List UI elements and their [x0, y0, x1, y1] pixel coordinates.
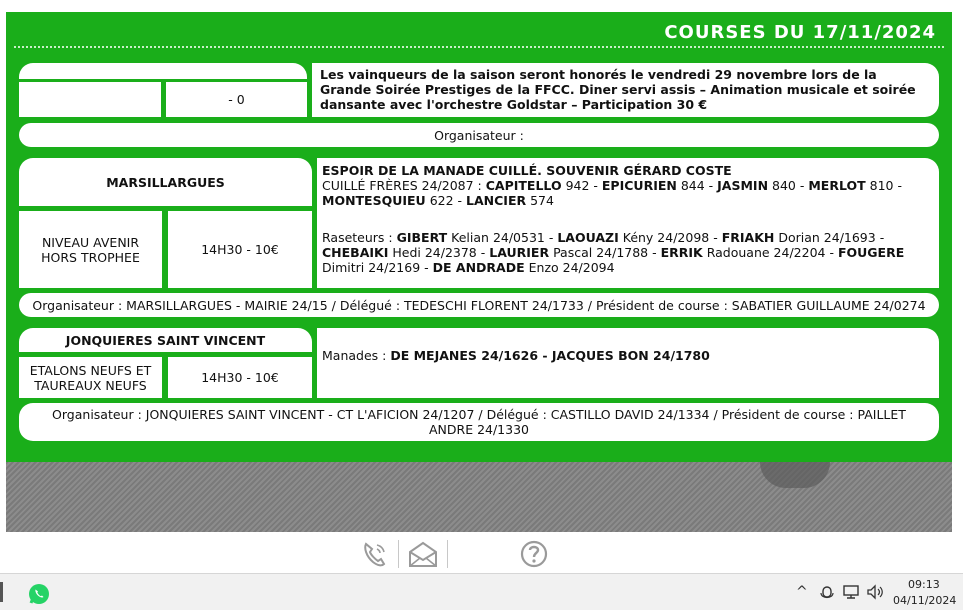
manades-label: Manades : [322, 348, 387, 363]
mail-icon[interactable] [407, 538, 439, 570]
bull-name: JASMIN [717, 178, 769, 193]
chevron-up-icon[interactable]: ^ [796, 584, 808, 600]
course2-time-price: 14H30 - 10€ [168, 357, 312, 398]
notice-blank-cell [19, 82, 161, 117]
phone-icon[interactable] [360, 538, 390, 570]
title-bar: COURSES DU 17/11/2024 [14, 20, 944, 48]
course1-raseteurs: Raseteurs : GIBERT Kelian 24/0531 - LAOU… [322, 230, 905, 275]
bull-name: MONTESQUIEU [322, 193, 426, 208]
raseteur-info: Enzo 24/2094 [528, 260, 615, 275]
taskbar-time[interactable]: 09:13 [908, 578, 940, 591]
course2-organiser: Organisateur : JONQUIERES SAINT VINCENT … [19, 403, 939, 441]
whatsapp-icon[interactable] [27, 582, 51, 606]
bull-num: 574 [530, 193, 554, 208]
course2-details: Manades : DE MEJANES 24/1626 - JACQUES B… [317, 328, 939, 398]
course1-time-price: 14H30 - 10€ [168, 211, 312, 288]
bull-name: LANCIER [466, 193, 527, 208]
course2-town: JONQUIERES SAINT VINCENT [19, 328, 312, 352]
course1-organiser: Organisateur : MARSILLARGUES - MAIRIE 24… [19, 293, 939, 317]
raseteur-name: DE ANDRADE [432, 260, 525, 275]
icon-divider [447, 540, 448, 568]
raseteur-info: Kelian 24/0531 [451, 230, 545, 245]
course1-details: ESPOIR DE LA MANADE CUILLÉ. SOUVENIR GÉR… [317, 158, 939, 288]
taskbar-date[interactable]: 04/11/2024 [893, 594, 956, 607]
raseteur-name: LAURIER [489, 245, 550, 260]
taskbar: ^ 09:13 04/11/2024 [0, 573, 963, 610]
course2-manades: DE MEJANES 24/1626 - JACQUES BON 24/1780 [390, 348, 710, 363]
raseteur-info: Radouane 24/2204 [706, 245, 826, 260]
bull-name: CAPITELLO [485, 178, 562, 193]
raseteur-info: Dimitri 24/2169 [322, 260, 421, 275]
raseteur-name: FOUGERE [837, 245, 905, 260]
course1-town: MARSILLARGUES [19, 158, 312, 206]
bull-num: 810 [869, 178, 894, 193]
raseteurs-label: Raseteurs : [322, 230, 393, 245]
course1-manade: CUILLÉ FRÈRES 24/2087 [322, 178, 474, 193]
bull-num: 844 [680, 178, 705, 193]
raseteur-info: Hedi 24/2378 [392, 245, 477, 260]
bull-num: 840 [772, 178, 796, 193]
notice-organiser: Organisateur : [19, 123, 939, 147]
notice-blank-top [19, 63, 307, 79]
bull-name: MERLOT [808, 178, 866, 193]
meet-icon[interactable] [820, 583, 834, 601]
notice-text: Les vainqueurs de la saison seront honor… [312, 63, 939, 117]
raseteur-info: Kény 24/2098 [622, 230, 710, 245]
volume-icon[interactable] [866, 584, 884, 600]
network-icon[interactable] [842, 584, 860, 600]
bull-num: 942 [565, 178, 590, 193]
course1-category: NIVEAU AVENIR HORS TROPHEE [19, 211, 162, 288]
page: COURSES DU 17/11/2024 - 0 Les vainqueurs… [0, 0, 963, 610]
raseteur-name: FRIAKH [721, 230, 775, 245]
raseteur-name: ERRIK [660, 245, 703, 260]
course2-category: ETALONS NEUFS ET TAUREAUX NEUFS [19, 357, 162, 398]
taskbar-edge [0, 582, 3, 602]
raseteur-info: Dorian 24/1693 [778, 230, 876, 245]
raseteur-name: CHEBAIKI [322, 245, 389, 260]
notice-value: - 0 [166, 82, 307, 117]
raseteur-name: GIBERT [396, 230, 448, 245]
raseteur-name: LAOUAZI [557, 230, 619, 245]
course1-bulls: CUILLÉ FRÈRES 24/2087 : CAPITELLO 942 - … [322, 178, 902, 208]
page-title: COURSES DU 17/11/2024 [664, 22, 936, 43]
bull-num: 622 [429, 193, 454, 208]
course1-title: ESPOIR DE LA MANADE CUILLÉ. SOUVENIR GÉR… [322, 163, 732, 178]
icon-divider [398, 540, 399, 568]
help-icon[interactable] [519, 538, 549, 570]
raseteur-info: Pascal 24/1788 [553, 245, 649, 260]
bull-name: EPICURIEN [601, 178, 677, 193]
